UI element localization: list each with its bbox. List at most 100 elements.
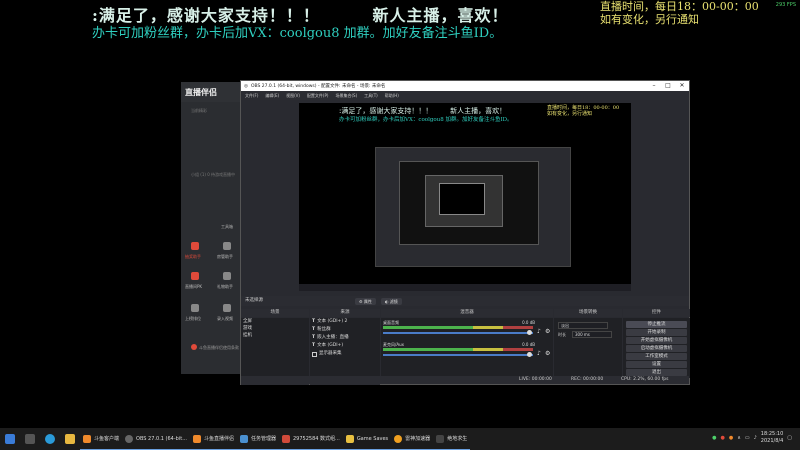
source-item[interactable]: T 粉丝群 xyxy=(310,326,380,334)
monitor-icon xyxy=(312,351,317,357)
source-item[interactable]: T 文本 (GDI+) xyxy=(310,342,380,350)
taskbar-app-obs[interactable]: OBS 27.0.1 (64-bit... xyxy=(122,428,190,450)
scenes-dock-title: 场景 xyxy=(241,309,309,317)
minimize-icon[interactable]: – xyxy=(647,81,661,91)
menu-profile[interactable]: 配置文件(P) xyxy=(307,93,329,99)
preview-taskbar xyxy=(299,284,631,291)
companion-item-pk[interactable]: 直播间PK xyxy=(185,284,202,290)
menu-tools[interactable]: 工具(T) xyxy=(364,93,378,99)
start-recording-button[interactable]: 开始录制 xyxy=(626,329,687,336)
chevron-up-icon[interactable]: ∧ xyxy=(737,435,741,441)
obs-logo-icon: ◎ xyxy=(244,83,248,89)
close-icon[interactable]: ✕ xyxy=(675,81,689,91)
rank-icon[interactable] xyxy=(191,304,199,312)
speaker-icon[interactable]: ♪ xyxy=(537,351,543,357)
source-item[interactable]: T 文本 (GDI+) 2 xyxy=(310,318,380,326)
admin-icon[interactable] xyxy=(223,242,231,250)
studio-mode-button[interactable]: 工作室模式 xyxy=(626,353,687,360)
source-label: 嵌入主播：直播 xyxy=(317,335,349,340)
notification-icon[interactable]: ▢ xyxy=(787,435,792,441)
companion-item-video[interactable]: 录入视频 xyxy=(217,316,233,322)
exit-button[interactable]: 退出 xyxy=(626,369,687,376)
menu-help[interactable]: 帮助(H) xyxy=(385,93,399,99)
menu-edit[interactable]: 编辑(E) xyxy=(265,93,279,99)
companion-item-lottery[interactable]: 抽奖助手 xyxy=(185,254,201,260)
tray-app-icon[interactable]: ● xyxy=(712,435,716,441)
settings-button[interactable]: 设置 xyxy=(626,361,687,368)
gift-icon[interactable] xyxy=(223,272,231,280)
menu-file[interactable]: 文件(F) xyxy=(245,93,258,99)
gear-icon[interactable]: ⚙ xyxy=(545,329,551,335)
taskbar-app-companion[interactable]: 斗鱼直播伴侣 xyxy=(189,428,237,450)
taskbar-app-task-manager[interactable]: 任务管理器 xyxy=(236,428,279,450)
filter-icon: ◐ xyxy=(385,299,389,304)
source-item[interactable]: T 嵌入主播：直播 xyxy=(310,334,380,342)
text-icon: T xyxy=(312,327,316,332)
pk-icon[interactable] xyxy=(191,272,199,280)
transition-select[interactable]: 淡出 xyxy=(558,322,608,329)
scene-item[interactable]: 全屏 xyxy=(241,318,309,325)
channel-db: 0.0 dB xyxy=(522,320,535,325)
douyu-icon xyxy=(83,434,91,443)
companion-item-gift[interactable]: 礼物助手 xyxy=(217,284,233,290)
duration-input[interactable]: 300 ms xyxy=(572,331,612,338)
menu-view[interactable]: 视图(V) xyxy=(286,93,300,99)
obs-icon xyxy=(125,434,134,443)
volume-knob[interactable] xyxy=(527,352,532,357)
controls-panel: 停止推流 开始录制 开始虚拟摄像机 启动虚拟摄像机 工作室模式 设置 退出 xyxy=(623,318,690,378)
system-clock[interactable]: 18:25:10 2021/8/4 xyxy=(761,431,783,445)
obs-status-bar: LIVE: 00:00:00 REC: 00:00:00 CPU: 2.2%, … xyxy=(241,376,689,384)
companion-logo: 直播伴侣 xyxy=(185,87,217,97)
stop-streaming-button[interactable]: 停止推流 xyxy=(626,321,687,328)
gear-icon[interactable]: ⚙ xyxy=(545,351,551,357)
taskbar-app-douyu-client[interactable]: 斗鱼客户端 xyxy=(80,428,123,450)
mixer-channel: 麦克风/Aux 0.0 dB ♪ ⚙ xyxy=(381,342,553,362)
maximize-icon[interactable]: □ xyxy=(661,81,675,91)
companion-item-admin[interactable]: 房管助手 xyxy=(217,254,233,260)
source-item[interactable]: 显示器采集 xyxy=(310,350,380,358)
source-context-bar: 未选择源 xyxy=(241,296,689,306)
companion-item-rank[interactable]: 上榜排位 xyxy=(185,316,201,322)
speaker-icon[interactable]: ♪ xyxy=(537,329,543,335)
cpu-usage: CPU: 2.2%, 60.00 fps xyxy=(621,377,669,382)
scene-item[interactable]: 游戏 xyxy=(241,325,309,332)
edge-browser-icon[interactable] xyxy=(45,434,55,444)
task-view-icon[interactable] xyxy=(25,434,35,444)
audio-meter xyxy=(383,348,533,351)
system-tray: ● ● ● ∧ ▭ ♪ 18:25:10 2021/8/4 ▢ xyxy=(712,431,792,445)
channel-db: 0.0 dB xyxy=(522,342,535,347)
volume-slider[interactable] xyxy=(383,332,533,334)
source-label: 显示器采集 xyxy=(319,351,342,356)
obs-titlebar[interactable]: ◎ OBS 27.0.1 (64-bit, windows) - 配置文件: 未… xyxy=(241,81,689,91)
start-virtual-camera-button[interactable]: 启动虚拟摄像机 xyxy=(626,345,687,352)
scene-item[interactable]: 挂机 xyxy=(241,332,309,339)
video-icon[interactable] xyxy=(223,304,231,312)
menu-scene-collection[interactable]: 场景集合(S) xyxy=(335,93,357,99)
filters-label: 滤镜 xyxy=(389,299,398,304)
tray-app-icon[interactable]: ● xyxy=(729,435,733,441)
taskbar-app-accelerator[interactable]: 雷神加速器 xyxy=(391,428,434,450)
tray-app-icon[interactable]: ● xyxy=(720,435,724,441)
scenes-list: 全屏 游戏 挂机 xyxy=(241,318,309,376)
taskbar-app-game-saves[interactable]: Game Saves xyxy=(342,428,392,450)
volume-icon[interactable]: ♪ xyxy=(754,435,757,441)
preview-schedule: 直播时间，每日18：00-00：00 如有变化，另行通知 xyxy=(547,105,619,117)
network-icon[interactable]: ▭ xyxy=(745,435,750,441)
filters-button[interactable]: ◐ 滤镜 xyxy=(381,298,402,305)
terms-link[interactable]: 斗鱼直播伴侣使用条款 xyxy=(199,345,239,351)
obs-preview[interactable]: :满足了，感谢大家支持！！！ 新人主播，喜欢！ 办卡可加粉丝群，办卡后加VX：c… xyxy=(299,103,631,291)
fps-counter: 293 FPS xyxy=(775,2,796,8)
volume-slider[interactable] xyxy=(383,354,533,356)
windows-start-icon[interactable] xyxy=(5,434,15,444)
properties-label: 属性 xyxy=(363,299,372,304)
virtual-camera-button[interactable]: 开始虚拟摄像机 xyxy=(626,337,687,344)
file-explorer-icon[interactable] xyxy=(65,434,75,444)
taskbar-app-pubg[interactable]: 绝地求生 xyxy=(433,428,471,450)
transitions-panel: 淡出 时长 300 ms xyxy=(554,318,622,376)
volume-knob[interactable] xyxy=(527,330,532,335)
lottery-icon[interactable] xyxy=(191,242,199,250)
properties-button[interactable]: ⚙ 属性 xyxy=(355,298,376,305)
taskbar-app-document[interactable]: 29752584 数式组... xyxy=(279,428,343,450)
task-manager-icon xyxy=(239,434,248,443)
controls-dock-title: 控件 xyxy=(623,309,690,317)
